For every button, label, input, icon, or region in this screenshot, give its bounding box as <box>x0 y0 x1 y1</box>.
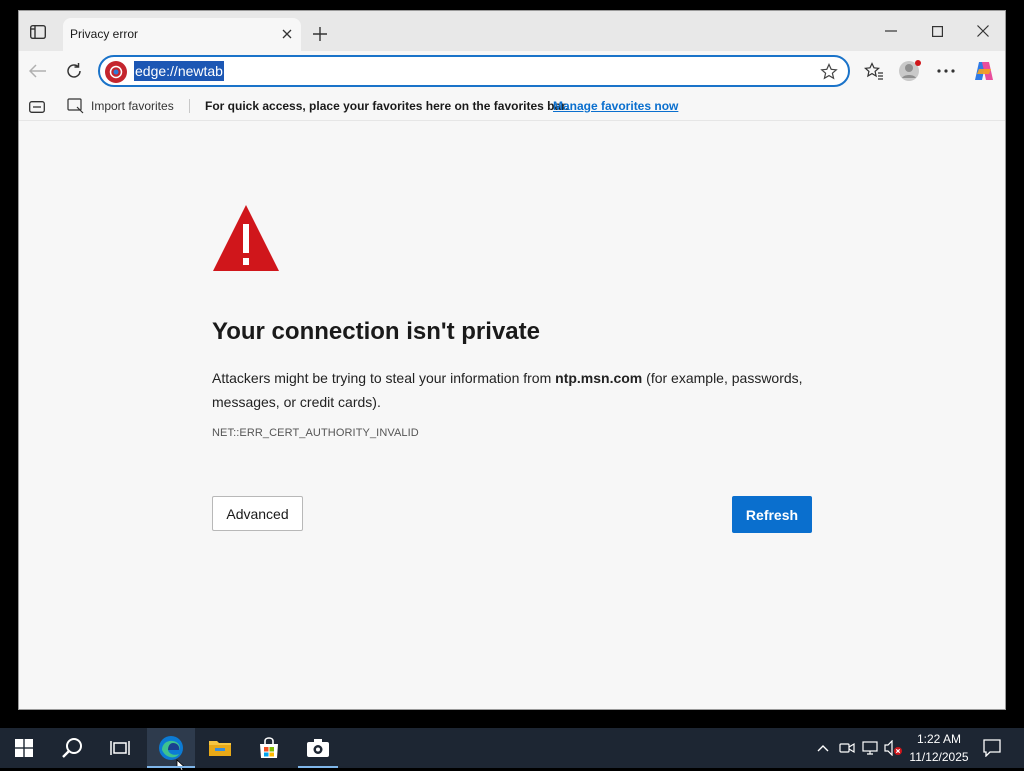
star-icon <box>820 63 838 80</box>
refresh-icon <box>67 63 81 78</box>
new-tab-button[interactable] <box>309 23 331 45</box>
tab-actions-icon <box>30 25 46 39</box>
refresh-button[interactable]: Refresh <box>732 496 812 533</box>
import-favorites-link[interactable]: Import favorites <box>91 99 174 113</box>
title-bar: Privacy error <box>19 11 1005 51</box>
advanced-button[interactable]: Advanced <box>212 496 303 531</box>
camera-app-icon <box>307 739 329 757</box>
collections-icon[interactable] <box>29 100 45 118</box>
tab-privacy-error[interactable]: Privacy error <box>63 18 301 51</box>
file-explorer-icon <box>209 741 231 756</box>
taskbar-edge[interactable] <box>147 728 195 771</box>
chevron-up-icon <box>817 745 829 752</box>
address-bar[interactable]: edge://newtab <box>98 55 850 87</box>
taskbar: 1:22 AM 11/12/2025 <box>0 728 1024 771</box>
volume-button[interactable] <box>884 738 904 758</box>
tab-title: Privacy error <box>70 27 139 41</box>
meet-now-icon <box>839 742 855 754</box>
settings-more-button[interactable] <box>933 59 959 83</box>
manage-favorites-link[interactable]: Manage favorites now <box>553 99 678 113</box>
edge-icon <box>159 736 183 760</box>
divider <box>189 99 190 113</box>
error-code: NET::ERR_CERT_AUTHORITY_INVALID <box>212 427 419 439</box>
mouse-cursor-icon <box>176 759 185 771</box>
start-icon <box>15 739 33 757</box>
minimize-icon <box>885 30 897 32</box>
refresh-page-button[interactable] <box>61 59 87 83</box>
task-view-icon <box>110 741 130 755</box>
favorites-button[interactable] <box>861 59 887 83</box>
meet-now-button[interactable] <box>837 738 857 758</box>
network-button[interactable] <box>861 738 881 758</box>
tab-close-button[interactable] <box>279 26 295 42</box>
add-favorite-button[interactable] <box>820 63 838 86</box>
url-text[interactable]: edge://newtab <box>134 61 224 81</box>
back-button[interactable] <box>25 59 51 83</box>
plus-icon <box>313 27 327 41</box>
maximize-icon <box>931 25 943 37</box>
close-icon <box>282 29 292 39</box>
copilot-button[interactable] <box>971 59 997 83</box>
clock-date: 11/12/2025 <box>909 750 969 764</box>
navigation-toolbar: edge://newtab <box>19 51 1005 91</box>
import-favorites-icon[interactable] <box>67 98 85 119</box>
page-title: Your connection isn't private <box>212 318 540 345</box>
desktop: Privacy error edge://newtab Import favor… <box>0 0 1024 728</box>
minimize-button[interactable] <box>871 19 911 43</box>
not-secure-icon[interactable] <box>105 61 127 83</box>
network-icon <box>862 741 878 755</box>
avatar-icon <box>899 60 921 81</box>
close-icon <box>977 25 989 37</box>
store-icon <box>260 737 278 758</box>
taskbar-camera-app[interactable] <box>294 728 342 768</box>
volume-muted-icon <box>884 740 902 756</box>
back-arrow-icon <box>29 64 46 78</box>
browser-window: Privacy error edge://newtab Import favor… <box>18 10 1006 710</box>
host-name: ntp.msn.com <box>555 370 643 386</box>
task-view-button[interactable] <box>96 728 144 768</box>
taskbar-store[interactable] <box>245 728 293 768</box>
tab-actions-button[interactable] <box>27 22 49 42</box>
profile-button[interactable] <box>897 59 923 83</box>
clock-time: 1:22 AM <box>916 732 962 746</box>
taskbar-file-explorer[interactable] <box>196 728 244 768</box>
favorites-star-icon <box>864 62 883 80</box>
warning-triangle-icon <box>213 205 279 271</box>
show-hidden-icons-button[interactable] <box>813 738 833 758</box>
system-clock[interactable]: 1:22 AM 11/12/2025 <box>904 730 974 766</box>
error-page: Your connection isn't private Attackers … <box>19 121 1005 709</box>
favorites-bar-message: For quick access, place your favorites h… <box>205 99 569 113</box>
more-dots-icon <box>937 69 955 73</box>
error-description: Attackers might be trying to steal your … <box>212 366 822 414</box>
search-button[interactable] <box>48 728 96 768</box>
copilot-icon <box>975 62 993 80</box>
search-icon <box>62 738 82 758</box>
maximize-button[interactable] <box>917 19 957 43</box>
favorites-bar: Import favorites For quick access, place… <box>19 91 1005 121</box>
notification-icon <box>983 739 1001 757</box>
description-text: Attackers might be trying to steal your … <box>212 370 556 386</box>
window-close-button[interactable] <box>963 19 1003 43</box>
start-button[interactable] <box>0 728 48 768</box>
notifications-button[interactable] <box>980 736 1004 760</box>
